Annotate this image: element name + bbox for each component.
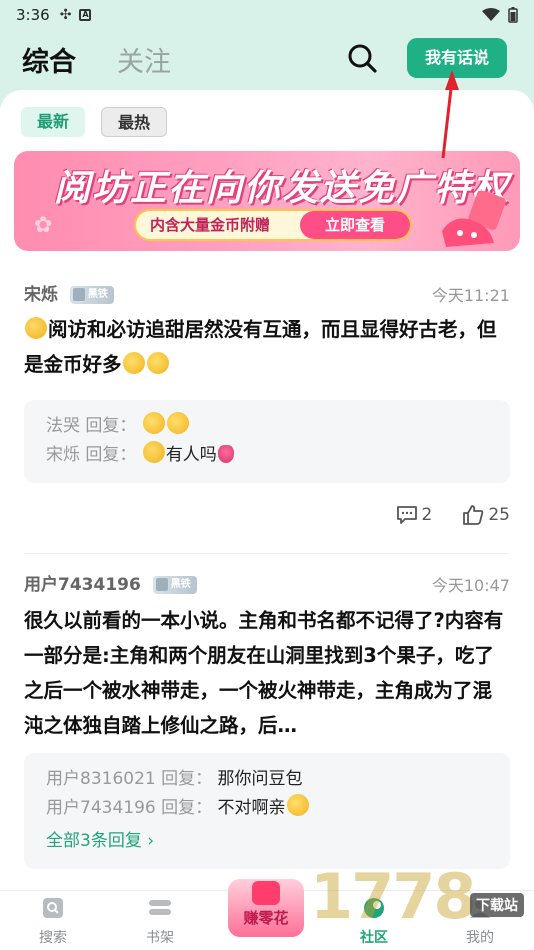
reply-user: 法哭 bbox=[46, 416, 80, 436]
dizzy-emoji-icon bbox=[142, 412, 165, 434]
nav-earn-label: 赚零花 bbox=[243, 909, 289, 927]
reply-preview[interactable]: 法哭 回复： 宋烁 回复： 有人吗 bbox=[24, 400, 510, 483]
app-notification-icon: A bbox=[79, 9, 92, 21]
thinking-emoji-icon bbox=[142, 441, 165, 463]
search-icon[interactable] bbox=[346, 42, 378, 74]
reply-line: 用户7434196 回复： 不对啊亲 bbox=[46, 794, 488, 823]
smile-emoji-icon bbox=[146, 352, 169, 374]
post-body[interactable]: 很久以前看的一本小说。主角和书名都不记得了?内容有一部分是:主角和两个朋友在山洞… bbox=[24, 603, 510, 743]
post-actions: 2 25 bbox=[396, 505, 510, 525]
tongue-emoji-icon bbox=[217, 445, 234, 463]
reply-action: 回复： bbox=[161, 798, 213, 818]
post-comment-button[interactable]: 我有话说 bbox=[407, 38, 507, 78]
reply-action: 回复： bbox=[161, 769, 213, 789]
reply-line: 宋烁 回复： 有人吗 bbox=[46, 441, 488, 470]
comment-button[interactable]: 2 bbox=[396, 505, 433, 525]
post-author-name[interactable]: 用户7434196 bbox=[24, 575, 141, 595]
nav-shelf[interactable]: 书架 bbox=[130, 897, 190, 947]
filter-latest[interactable]: 最新 bbox=[21, 107, 86, 137]
wifi-icon bbox=[482, 8, 500, 21]
reply-text: 那你问豆包 bbox=[217, 769, 303, 789]
post-time: 今天10:47 bbox=[431, 576, 510, 595]
watermark-logo: 1778 bbox=[310, 860, 477, 933]
gift-icon bbox=[252, 881, 280, 905]
thinking-emoji-icon bbox=[25, 317, 47, 339]
reply-text: 不对啊亲 bbox=[217, 798, 286, 818]
reply-line: 法哭 回复： bbox=[46, 412, 488, 441]
feed-panel: 最新 最热 ✿ 阅坊正在向你发送免广特权 内含大量金币附赠 立即查看 宋烁 黑铁… bbox=[0, 90, 534, 890]
user-level-badge: 黑铁 bbox=[69, 286, 114, 304]
search-nav-icon bbox=[43, 898, 63, 918]
sync-icon: ✣ bbox=[59, 7, 72, 23]
reply-line: 用户8316021 回复： 那你问豆包 bbox=[46, 765, 488, 794]
laughing-emoji-icon bbox=[286, 794, 309, 816]
post-author[interactable]: 宋烁 黑铁 bbox=[24, 280, 114, 305]
watermark-site: 下载站 bbox=[470, 893, 524, 917]
view-all-replies-link[interactable]: 全部3条回复 › bbox=[46, 825, 488, 857]
nav-search-label: 搜索 bbox=[39, 930, 67, 946]
nav-earn-button[interactable]: 赚零花 bbox=[228, 879, 304, 937]
tab-follow[interactable]: 关注 bbox=[117, 40, 171, 79]
post-author[interactable]: 用户7434196 黑铁 bbox=[24, 570, 197, 595]
user-level-badge: 黑铁 bbox=[152, 576, 197, 594]
reply-action: 回复： bbox=[85, 416, 137, 436]
post-body-text: 很久以前看的一本小说。主角和书名都不记得了?内容有一部分是:主角和两个朋友在山洞… bbox=[24, 609, 504, 737]
post-body[interactable]: 阅访和必访追甜居然没有互通，而且显得好古老，但是金币好多 bbox=[24, 312, 510, 382]
like-count: 25 bbox=[488, 505, 510, 525]
filter-hot[interactable]: 最热 bbox=[101, 107, 168, 137]
battery-icon bbox=[508, 7, 518, 23]
promo-banner[interactable]: ✿ 阅坊正在向你发送免广特权 内含大量金币附赠 立即查看 bbox=[14, 151, 520, 251]
nav-search[interactable]: 搜索 bbox=[23, 897, 83, 947]
smile-emoji-icon bbox=[122, 352, 145, 374]
mascot-illustration-icon bbox=[442, 191, 506, 247]
reply-preview[interactable]: 用户8316021 回复： 那你问豆包 用户7434196 回复： 不对啊亲 全… bbox=[24, 753, 510, 869]
nav-shelf-label: 书架 bbox=[146, 930, 174, 946]
sad-emoji-icon bbox=[166, 412, 189, 434]
top-bar: 综合 关注 我有话说 bbox=[0, 30, 534, 90]
status-bar: 3:36 ✣ A bbox=[0, 0, 534, 30]
post-time: 今天11:21 bbox=[431, 286, 510, 305]
reply-text: 有人吗 bbox=[165, 445, 217, 465]
post-body-text: 阅访和必访追甜居然没有互通，而且显得好古老，但是金币好多 bbox=[24, 318, 497, 376]
divider bbox=[24, 553, 510, 554]
like-button[interactable]: 25 bbox=[462, 505, 510, 525]
comment-count: 2 bbox=[421, 505, 433, 525]
reply-user: 用户7434196 bbox=[46, 798, 156, 818]
reply-user: 宋烁 bbox=[46, 445, 80, 465]
flower-decoration-icon: ✿ bbox=[34, 213, 53, 238]
banner-view-button[interactable]: 立即查看 bbox=[300, 211, 410, 239]
reply-user: 用户8316021 bbox=[46, 769, 156, 789]
tab-comprehensive[interactable]: 综合 bbox=[22, 40, 76, 79]
status-time: 3:36 bbox=[16, 6, 50, 24]
post-author-name[interactable]: 宋烁 bbox=[24, 285, 58, 305]
bookshelf-icon bbox=[149, 900, 171, 915]
comment-icon bbox=[396, 506, 417, 524]
reply-action: 回复： bbox=[85, 445, 137, 465]
thumbs-up-icon bbox=[463, 505, 484, 525]
